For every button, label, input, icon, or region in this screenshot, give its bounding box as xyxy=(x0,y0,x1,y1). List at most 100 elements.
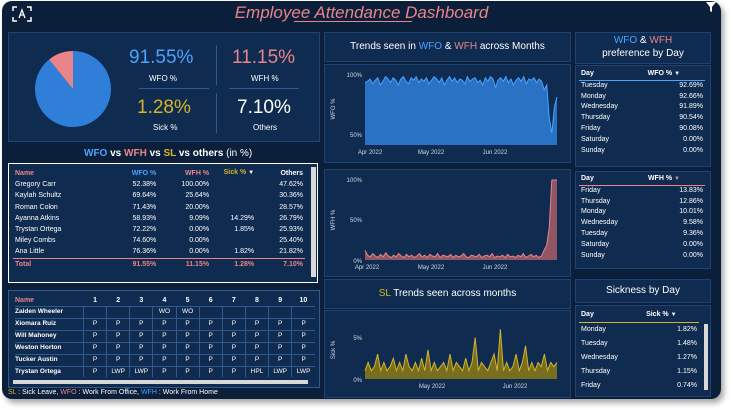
attendance-cell: P xyxy=(291,342,315,355)
table-cell: 1.82% xyxy=(234,248,255,256)
table-row[interactable]: Ana Little 76.36% 0.00% 1.82% 21.82% xyxy=(13,246,305,258)
wfo-day-panel: Day WFO % ▼ Tuesday 92.69% Monday 92.66% Wed… xyxy=(575,65,711,167)
col-header-day[interactable]: 8 xyxy=(245,294,268,307)
attendance-cell: P xyxy=(175,354,200,367)
col-header-day[interactable]: 9 xyxy=(269,294,292,307)
vertical-scrollbar[interactable] xyxy=(311,167,316,277)
table-row[interactable]: Miley Combs 74.60% 0.00% 25.40% xyxy=(13,235,305,246)
attendance-cell: P xyxy=(268,342,292,355)
table-row[interactable]: Wednesday 9.58% xyxy=(579,218,705,229)
dashboard-title: Employee Attendance Dashboard xyxy=(234,3,489,22)
day-value: 0.00% xyxy=(683,240,703,248)
day-value: 9.36% xyxy=(683,229,703,237)
table-row[interactable]: Gregory Carr 52.38% 100.00% 47.62% xyxy=(13,179,305,190)
col-header-day[interactable]: 1 xyxy=(83,294,106,307)
table-row[interactable]: Monday 1.82% xyxy=(579,323,699,338)
table-row[interactable]: Trystan Ortega P LWP LWP P P P P HPL LWP LWP xyxy=(15,366,315,378)
table-row[interactable]: Trystan Ortega 72.22% 0.00% 1.85% 25.93% xyxy=(13,224,305,235)
table-row[interactable]: Tuesday 92.69% xyxy=(579,80,705,91)
employee-name: Will Mahoney xyxy=(15,331,57,339)
col-header-name[interactable]: Name xyxy=(15,294,83,307)
sick-day-title: Sickness by Day xyxy=(606,285,680,296)
table-row[interactable]: Friday 13.83% xyxy=(579,185,705,196)
table-cell: 25.40% xyxy=(279,237,303,245)
funnel-icon[interactable] xyxy=(705,1,717,16)
attendance-cell: LWP xyxy=(106,366,130,378)
series-area[interactable] xyxy=(365,329,557,379)
day-value: 0.00% xyxy=(683,146,703,154)
x-tick-label: Jun 2022 xyxy=(483,265,508,271)
table-row[interactable]: Saturday 0.00% xyxy=(579,135,705,146)
day-name: Thursday xyxy=(581,197,611,205)
table-cell: 30.36% xyxy=(279,192,303,200)
table-row[interactable]: Thursday 12.86% xyxy=(579,197,705,208)
attendance-cell: P xyxy=(129,330,153,343)
table-row[interactable]: Tuesday 9.36% xyxy=(579,229,705,240)
table-row[interactable]: Friday 90.08% xyxy=(579,124,705,135)
employee-name: Xiomara Ruiz xyxy=(15,319,57,327)
attendance-table: Name 1 2 3 4 5 6 7 8 9 10 Zaiden Wheeler WO WO Xiomar… xyxy=(15,294,315,378)
vertical-scrollbar[interactable] xyxy=(704,324,708,390)
table-cell: 0.00% xyxy=(189,237,210,245)
table-cell: 25.93% xyxy=(279,226,303,234)
attendance-cell: P xyxy=(129,354,153,367)
kpi-panel: 91.55% WFO % 11.15% WFH % 1.28% Sick % 7… xyxy=(8,32,320,142)
table-row[interactable]: Ayanna Atkins 58.93% 9.09% 14.29% 26.79% xyxy=(13,213,305,224)
attendance-cell xyxy=(291,306,315,319)
table-cell: 74.60% xyxy=(132,237,157,245)
col-header-day[interactable]: 2 xyxy=(107,294,130,307)
attendance-cell: P xyxy=(291,318,315,331)
col-header-day[interactable]: 5 xyxy=(176,294,199,307)
col-header-others[interactable]: Others xyxy=(256,167,305,179)
table-row[interactable]: Xiomara Ruiz P P P P P P P P P P xyxy=(15,318,315,331)
sl-trend-title: SL Trends seen across months xyxy=(378,288,517,299)
table-cell xyxy=(211,235,256,246)
table-row[interactable]: Saturday 0.00% xyxy=(579,240,705,251)
table-row[interactable]: Will Mahoney P P P P P P P P P P xyxy=(15,330,315,343)
series-area[interactable] xyxy=(365,76,557,145)
table-row[interactable]: Roman Colon 71.43% 20.00% 28.57% xyxy=(13,202,305,213)
table-row[interactable]: Kaylah Schultz 69.64% 25.64% 30.36% xyxy=(13,190,305,201)
y-tick-label: 50% xyxy=(350,218,363,224)
table-row[interactable]: Monday 92.66% xyxy=(579,92,705,103)
table-row[interactable]: Tucker Austin P P P P P P P P P P xyxy=(15,354,315,367)
series-area[interactable] xyxy=(365,180,557,260)
table-row[interactable]: Thursday 90.54% xyxy=(579,113,705,124)
title-underline xyxy=(294,21,412,22)
wfh-day-table: Day WFH % ▼ Friday 13.83% Thursday 12.86% Mo… xyxy=(579,174,705,261)
table-cell: 71.43% xyxy=(132,203,157,211)
horizontal-scrollbar[interactable] xyxy=(13,380,308,384)
table-row[interactable]: Weston Horton P P P P P P P P P P xyxy=(15,342,315,355)
day-value: 0.74% xyxy=(677,382,697,389)
table-row[interactable]: Zaiden Wheeler WO WO xyxy=(15,306,315,319)
table-row[interactable]: Sunday 0.00% xyxy=(579,146,705,157)
day-value: 92.66% xyxy=(679,92,703,100)
col-header-day[interactable]: 7 xyxy=(222,294,245,307)
table-row[interactable]: Thursday 1.15% xyxy=(579,365,699,379)
day-value: 91.89% xyxy=(679,103,703,111)
attendance-cell: P xyxy=(244,330,269,343)
attendance-cell: P xyxy=(152,318,177,331)
table-row[interactable]: Sunday 0.00% xyxy=(579,251,705,262)
day-value: 0.00% xyxy=(683,135,703,143)
x-tick-label: Apr 2022 xyxy=(358,150,383,156)
attendance-panel: Name 1 2 3 4 5 6 7 8 9 10 Zaiden Wheeler WO WO Xiomar… xyxy=(8,290,320,388)
col-header-wfo[interactable]: WFO % xyxy=(104,167,159,179)
col-header-day[interactable]: 10 xyxy=(292,294,315,307)
table-row[interactable]: Wednesday 91.89% xyxy=(579,102,705,113)
col-header-sick[interactable]: Sick % ▼ xyxy=(211,167,256,179)
table-row[interactable]: Wednesday 1.27% xyxy=(579,351,699,365)
attendance-cell: WO xyxy=(152,306,177,319)
col-header-day[interactable]: 6 xyxy=(199,294,222,307)
trends-title-panel: Trends seen in WFO & WFH across Months xyxy=(324,32,571,62)
day-value: 13.83% xyxy=(679,186,703,194)
table-total-row: Total 91.55% 11.15% 1.28% 7.10% xyxy=(13,258,305,270)
table-row[interactable]: Tuesday 1.48% xyxy=(579,337,699,351)
col-header-day[interactable]: 3 xyxy=(130,294,153,307)
day-value: 1.82% xyxy=(677,326,697,333)
col-header-name[interactable]: Name xyxy=(13,167,104,179)
col-header-day[interactable]: 4 xyxy=(153,294,176,307)
col-header-wfh[interactable]: WFH % xyxy=(158,167,211,179)
table-row[interactable]: Monday 10.01% xyxy=(579,207,705,218)
table-row[interactable]: Friday 0.74% xyxy=(579,379,699,393)
